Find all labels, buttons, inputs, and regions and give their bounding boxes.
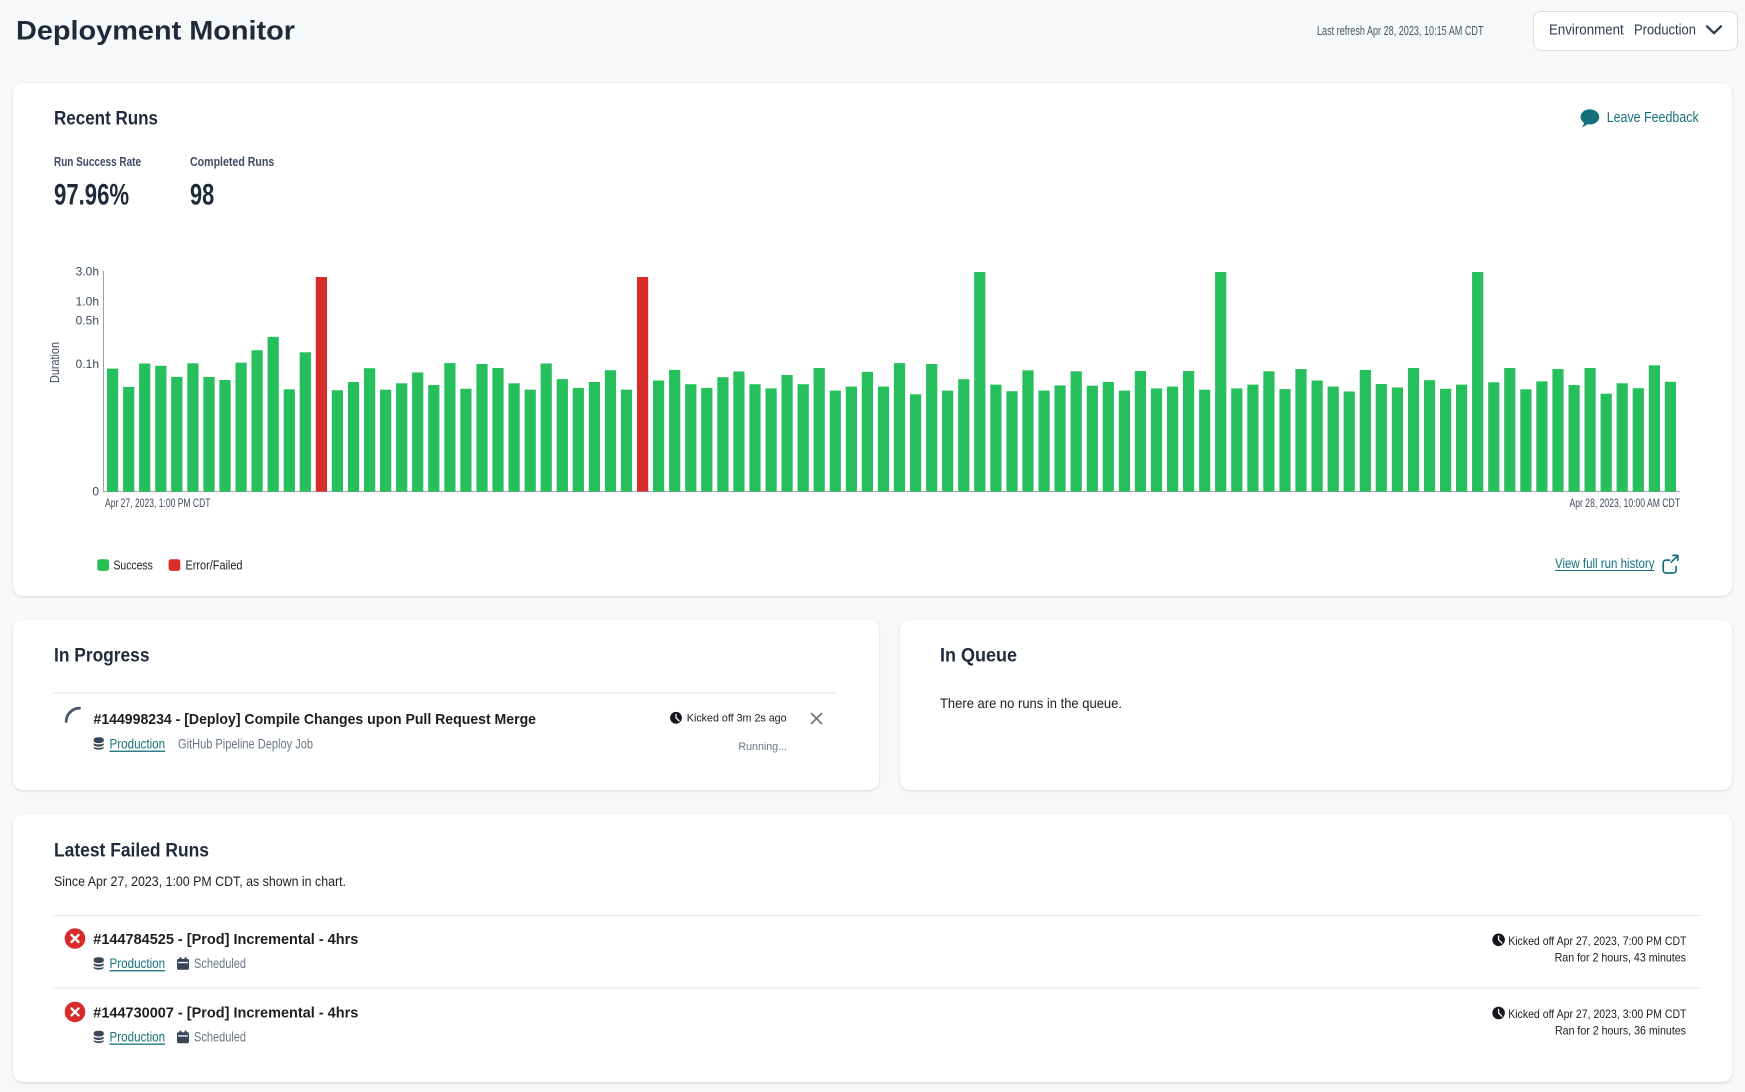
- svg-text:Scheduled: Scheduled: [194, 956, 246, 971]
- svg-text:Kicked off Apr 27, 2023, 7:00: Kicked off Apr 27, 2023, 7:00 PM CDT: [1508, 934, 1686, 948]
- svg-text:Kicked off 3m 2s ago: Kicked off 3m 2s ago: [687, 713, 787, 725]
- svg-text:Ran for 2 hours, 36 minutes: Ran for 2 hours, 36 minutes: [1555, 1024, 1686, 1038]
- svg-text:Since Apr 27, 2023, 1:00 PM CD: Since Apr 27, 2023, 1:00 PM CDT, as show…: [54, 874, 346, 889]
- svg-text:#144784525 - [Prod] Incrementa: #144784525 - [Prod] Incremental - 4hrs: [93, 931, 358, 948]
- svg-text:1.0h: 1.0h: [76, 294, 99, 308]
- svg-text:In Progress: In Progress: [54, 645, 150, 667]
- svg-text:Last refresh Apr 28, 2023, 10:: Last refresh Apr 28, 2023, 10:15 AM CDT: [1317, 23, 1484, 38]
- svg-text:Scheduled: Scheduled: [194, 1029, 246, 1044]
- svg-text:0.1h: 0.1h: [76, 357, 99, 371]
- svg-text:Kicked off Apr 27, 2023, 3:00: Kicked off Apr 27, 2023, 3:00 PM CDT: [1508, 1007, 1686, 1021]
- svg-text:Latest Failed Runs: Latest Failed Runs: [54, 840, 209, 862]
- svg-text:Completed Runs: Completed Runs: [190, 154, 274, 169]
- svg-text:Production: Production: [110, 956, 166, 971]
- svg-text:#144730007 - [Prod] Incrementa: #144730007 - [Prod] Incremental - 4hrs: [93, 1004, 358, 1021]
- svg-text:Ran for 2 hours, 43 minutes: Ran for 2 hours, 43 minutes: [1555, 950, 1686, 964]
- svg-text:Duration: Duration: [48, 342, 62, 383]
- svg-text:Deployment Monitor: Deployment Monitor: [16, 15, 295, 46]
- svg-text:3.0h: 3.0h: [76, 265, 99, 279]
- svg-text:98: 98: [190, 178, 214, 211]
- svg-text:#144998234 - [Deploy] Compile: #144998234 - [Deploy] Compile Changes up…: [94, 711, 537, 728]
- svg-text:Production: Production: [1634, 22, 1696, 38]
- svg-text:There are no runs in the queue: There are no runs in the queue.: [940, 696, 1122, 711]
- svg-text:Leave Feedback: Leave Feedback: [1607, 110, 1700, 126]
- svg-text:Environment: Environment: [1549, 22, 1624, 38]
- svg-text:Run Success Rate: Run Success Rate: [54, 154, 141, 169]
- svg-text:0: 0: [92, 485, 99, 499]
- svg-text:View full run history: View full run history: [1555, 556, 1655, 571]
- svg-text:Apr 27, 2023, 1:00 PM CDT: Apr 27, 2023, 1:00 PM CDT: [105, 496, 211, 510]
- svg-text:Error/Failed: Error/Failed: [186, 557, 243, 572]
- svg-text:97.96%: 97.96%: [54, 178, 129, 211]
- svg-text:Production: Production: [110, 737, 166, 752]
- svg-text:Apr 28, 2023, 10:00 AM CDT: Apr 28, 2023, 10:00 AM CDT: [1570, 496, 1681, 510]
- svg-text:Running...: Running...: [738, 741, 787, 753]
- svg-text:0.5h: 0.5h: [76, 313, 99, 327]
- svg-text:In Queue: In Queue: [940, 645, 1017, 667]
- svg-text:Recent Runs: Recent Runs: [54, 108, 158, 130]
- svg-text:Production: Production: [110, 1029, 166, 1044]
- svg-text:Success: Success: [114, 557, 154, 572]
- svg-text:GitHub Pipeline Deploy Job: GitHub Pipeline Deploy Job: [178, 737, 313, 752]
